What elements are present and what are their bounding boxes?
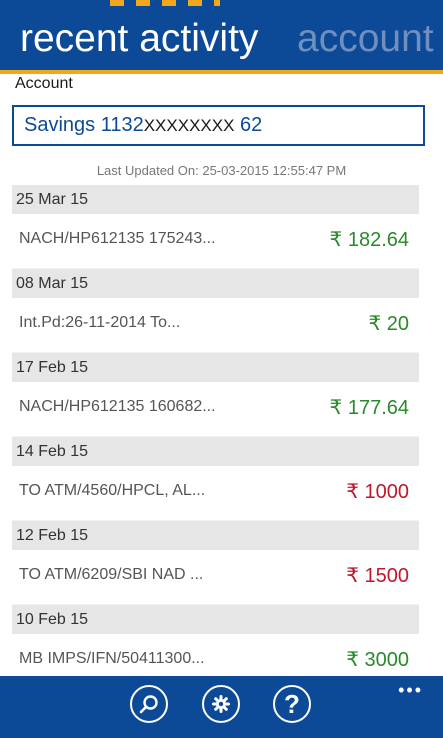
settings-button[interactable] — [202, 685, 240, 723]
transaction-row[interactable]: NACH/HP612135 175243... ₹ 182.64 — [12, 214, 419, 269]
transaction-amount: ₹ 3000 — [346, 649, 409, 671]
help-button[interactable]: ? — [273, 685, 311, 723]
transaction-row[interactable]: TO ATM/6209/SBI NAD ... ₹ 1500 — [12, 550, 419, 605]
transaction-row[interactable]: TO ATM/4560/HPCL, AL... ₹ 1000 — [12, 466, 419, 521]
help-icon: ? — [284, 688, 300, 719]
transaction-group: 12 Feb 15 TO ATM/6209/SBI NAD ... ₹ 1500 — [12, 521, 419, 605]
account-label: Account — [15, 75, 73, 92]
date-header: 25 Mar 15 — [12, 185, 419, 214]
date-header: 17 Feb 15 — [12, 353, 419, 382]
transaction-amount: ₹ 177.64 — [329, 397, 409, 419]
accent-strip — [0, 70, 443, 74]
transaction-group: 14 Feb 15 TO ATM/4560/HPCL, AL... ₹ 1000 — [12, 437, 419, 521]
pivot-account[interactable]: account — [297, 14, 434, 64]
app-bar: ? ••• — [0, 676, 443, 738]
transaction-amount: ₹ 1500 — [346, 565, 409, 587]
search-button[interactable] — [130, 685, 168, 723]
transaction-row[interactable]: Int.Pd:26-11-2014 To... ₹ 20 — [12, 298, 419, 353]
account-masked-digits: XXXXXXXX — [143, 116, 235, 135]
account-type-number: Savings 1132 — [24, 114, 144, 136]
transaction-amount: ₹ 182.64 — [329, 229, 409, 251]
transaction-description: MB IMPS/IFN/50411300... — [19, 650, 205, 667]
gear-icon — [212, 695, 230, 713]
date-header: 12 Feb 15 — [12, 521, 419, 550]
date-header: 14 Feb 15 — [12, 437, 419, 466]
transaction-description: NACH/HP612135 175243... — [19, 230, 216, 247]
transaction-list: 25 Mar 15 NACH/HP612135 175243... ₹ 182.… — [12, 185, 419, 689]
date-header: 08 Mar 15 — [12, 269, 419, 298]
header-decoration — [110, 0, 220, 6]
transaction-description: TO ATM/6209/SBI NAD ... — [19, 566, 204, 583]
transaction-description: TO ATM/4560/HPCL, AL... — [19, 482, 206, 499]
date-header: 10 Feb 15 — [12, 605, 419, 634]
header: recent activity account — [0, 0, 443, 70]
transaction-group: 17 Feb 15 NACH/HP612135 160682... ₹ 177.… — [12, 353, 419, 437]
transaction-description: NACH/HP612135 160682... — [19, 398, 216, 415]
last-updated-text: Last Updated On: 25-03-2015 12:55:47 PM — [96, 163, 347, 178]
transaction-amount: ₹ 1000 — [346, 481, 409, 503]
more-options-button[interactable]: ••• — [398, 680, 423, 701]
search-icon — [139, 695, 158, 714]
transaction-description: Int.Pd:26-11-2014 To... — [19, 314, 181, 331]
transaction-amount: ₹ 20 — [368, 313, 409, 335]
transaction-group: 25 Mar 15 NACH/HP612135 175243... ₹ 182.… — [12, 185, 419, 269]
account-last-digits: 62 — [234, 114, 263, 136]
transaction-row[interactable]: NACH/HP612135 160682... ₹ 177.64 — [12, 382, 419, 437]
account-selector[interactable]: Savings 1132XXXXXXXX 62 — [12, 105, 425, 146]
pivot-recent-activity[interactable]: recent activity — [20, 14, 258, 64]
transaction-group: 08 Mar 15 Int.Pd:26-11-2014 To... ₹ 20 — [12, 269, 419, 353]
